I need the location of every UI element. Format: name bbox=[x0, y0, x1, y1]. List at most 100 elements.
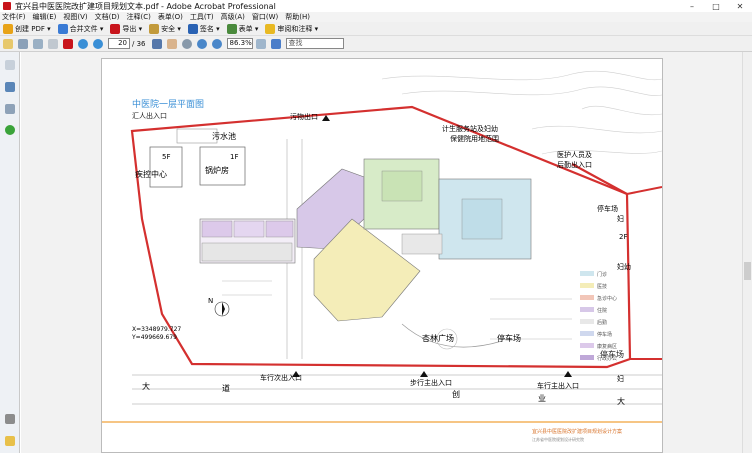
combine-files-icon bbox=[57, 23, 68, 34]
pages-icon[interactable] bbox=[5, 60, 15, 70]
label-1f: 1F bbox=[230, 153, 238, 161]
footer-project-title: 宜兴县中医医院改扩建项目规划设计方案 bbox=[532, 428, 622, 435]
label-pedestrian-main: 步行主出入口 bbox=[410, 378, 452, 387]
legend-label: 医技 bbox=[597, 283, 607, 290]
combine-files-button[interactable]: 合并文件 ▾ bbox=[57, 23, 103, 34]
label-avenue-3: 创 bbox=[452, 389, 460, 399]
legend: 门诊 医技 急诊中心 住院 后勤 停车场 康复病区 行政办公 停车场 bbox=[580, 271, 624, 362]
save-icon[interactable] bbox=[48, 38, 58, 49]
legend-label: 后勤 bbox=[597, 319, 607, 326]
plan-title: 中医院一层平面图 bbox=[132, 98, 204, 110]
secure-button[interactable]: 安全 ▾ bbox=[149, 23, 181, 34]
zoom-tool-icon[interactable] bbox=[181, 38, 192, 49]
pdf-page: 门诊 医技 急诊中心 住院 后勤 停车场 康复病区 行政办公 停车场 N 中医院… bbox=[101, 58, 663, 453]
page-number-input[interactable]: 20 bbox=[108, 38, 130, 49]
label-sewage-pool: 污水池 bbox=[212, 131, 236, 141]
zoom-in-icon[interactable] bbox=[211, 38, 222, 49]
attachments-icon[interactable] bbox=[5, 125, 15, 135]
maximize-button[interactable]: □ bbox=[704, 0, 728, 12]
fit-width-icon[interactable] bbox=[270, 38, 281, 49]
label-boiler-room: 锅炉房 bbox=[205, 165, 229, 175]
label-maternity-1: 妇 bbox=[617, 214, 624, 223]
menu-advanced[interactable]: 高级(A) bbox=[221, 12, 245, 22]
scroll-thumb[interactable] bbox=[744, 262, 751, 280]
lock-icon bbox=[149, 23, 160, 34]
label-maternity-2: 妇幼 bbox=[617, 262, 631, 271]
menu-forms[interactable]: 表单(O) bbox=[158, 12, 183, 22]
label-avenue-4: 业 bbox=[538, 393, 546, 403]
menu-bar: 文件(F) 编辑(E) 视图(V) 文档(D) 注释(C) 表单(O) 工具(T… bbox=[0, 12, 752, 22]
title-bar: 宜兴县中医医院改扩建项目规划文本.pdf - Adobe Acrobat Pro… bbox=[0, 0, 752, 12]
footer-institute: 江苏省中医院规划设计研究院 bbox=[532, 436, 584, 442]
navigation-toolbar: 20 / 36 86.3% 查找 bbox=[0, 36, 752, 52]
export-button[interactable]: 导出 ▾ bbox=[110, 23, 142, 34]
label-vehicle-secondary: 车行次出入口 bbox=[260, 373, 302, 382]
menu-window[interactable]: 窗口(W) bbox=[252, 12, 278, 22]
label-maternity-3: 妇 bbox=[617, 374, 624, 383]
site-plan-drawing: 门诊 医技 急诊中心 住院 后勤 停车场 康复病区 行政办公 停车场 N 中医院… bbox=[102, 70, 663, 442]
label-avenue-5: 大 bbox=[617, 396, 625, 406]
zoom-level-input[interactable]: 86.3% bbox=[226, 38, 253, 49]
signatures-icon[interactable] bbox=[5, 104, 15, 114]
label-waste-exit: 污物出口 bbox=[290, 112, 318, 121]
export-icon bbox=[110, 23, 121, 34]
legend-label: 停车场 bbox=[597, 331, 612, 338]
label-disease-control: 疾控中心 bbox=[135, 169, 167, 179]
label-avenue-2: 道 bbox=[222, 383, 230, 393]
tasks-toolbar: 创建 PDF ▾ 合并文件 ▾ 导出 ▾ 安全 ▾ 签名 ▾ 表单 ▾ 审阅和注… bbox=[0, 22, 752, 36]
next-page-icon[interactable] bbox=[93, 38, 103, 49]
label-coord-y: Y=499669.679 bbox=[131, 334, 177, 341]
label-avenue-1: 大 bbox=[142, 381, 150, 391]
comments-icon[interactable] bbox=[5, 436, 15, 446]
sign-button[interactable]: 签名 ▾ bbox=[187, 23, 220, 34]
label-5f: 5F bbox=[162, 153, 170, 161]
open-folder-icon[interactable] bbox=[3, 38, 13, 49]
menu-help[interactable]: 帮助(H) bbox=[285, 12, 310, 22]
review-icon bbox=[265, 23, 276, 34]
paperclip-icon[interactable] bbox=[5, 414, 15, 424]
vertical-scrollbar[interactable] bbox=[742, 52, 752, 453]
fit-page-icon[interactable] bbox=[255, 38, 266, 49]
email-icon[interactable] bbox=[33, 38, 43, 49]
label-plaza: 杏林广场 bbox=[422, 333, 454, 343]
form-icon bbox=[226, 23, 237, 34]
menu-file[interactable]: 文件(F) bbox=[2, 12, 26, 22]
review-comment-button[interactable]: 审阅和注释 ▾ bbox=[265, 23, 318, 34]
pen-icon bbox=[187, 23, 198, 34]
minimize-button[interactable]: – bbox=[680, 0, 704, 12]
label-parking-right: 停车场 bbox=[597, 204, 618, 213]
label-coord-x: X=3348979.727 bbox=[132, 326, 181, 333]
previous-page-icon[interactable] bbox=[78, 38, 88, 49]
north-arrow-icon: N bbox=[208, 297, 230, 317]
svg-text:N: N bbox=[208, 297, 213, 305]
hand-tool-icon[interactable] bbox=[166, 38, 177, 49]
label-family-planning-2: 保健院用地范围 bbox=[450, 134, 499, 143]
navigation-pane bbox=[0, 52, 20, 453]
acrobat-icon[interactable] bbox=[63, 38, 73, 49]
menu-tools[interactable]: 工具(T) bbox=[190, 12, 214, 22]
menu-edit[interactable]: 编辑(E) bbox=[33, 12, 57, 22]
legend-label: 急诊中心 bbox=[597, 295, 617, 302]
window-title: 宜兴县中医医院改扩建项目规划文本.pdf - Adobe Acrobat Pro… bbox=[15, 1, 276, 11]
label-2f-right: 2F bbox=[619, 233, 627, 241]
label-entrance: 汇人出入口 bbox=[132, 111, 167, 120]
bookmarks-icon[interactable] bbox=[5, 82, 15, 92]
legend-label: 康复病区 bbox=[597, 343, 617, 350]
label-parking-center: 停车场 bbox=[497, 333, 521, 343]
find-input[interactable]: 查找 bbox=[285, 38, 344, 49]
close-button[interactable]: ✕ bbox=[728, 0, 752, 12]
print-icon[interactable] bbox=[18, 38, 28, 49]
menu-view[interactable]: 视图(V) bbox=[63, 12, 87, 22]
label-staff-entrance-1: 医护人员及 bbox=[557, 150, 592, 159]
select-tool-icon[interactable] bbox=[151, 38, 162, 49]
label-family-planning-1: 计生服务站及妇幼 bbox=[442, 124, 498, 133]
menu-comments[interactable]: 注释(C) bbox=[127, 12, 151, 22]
menu-document[interactable]: 文档(D) bbox=[95, 12, 120, 22]
legend-label: 住院 bbox=[597, 307, 607, 314]
legend-label: 门诊 bbox=[597, 271, 607, 278]
create-pdf-button[interactable]: 创建 PDF ▾ bbox=[3, 23, 51, 34]
zoom-out-icon[interactable] bbox=[196, 38, 207, 49]
forms-button[interactable]: 表单 ▾ bbox=[226, 23, 258, 34]
page-total: / 36 bbox=[132, 39, 146, 48]
create-pdf-icon bbox=[3, 23, 13, 34]
